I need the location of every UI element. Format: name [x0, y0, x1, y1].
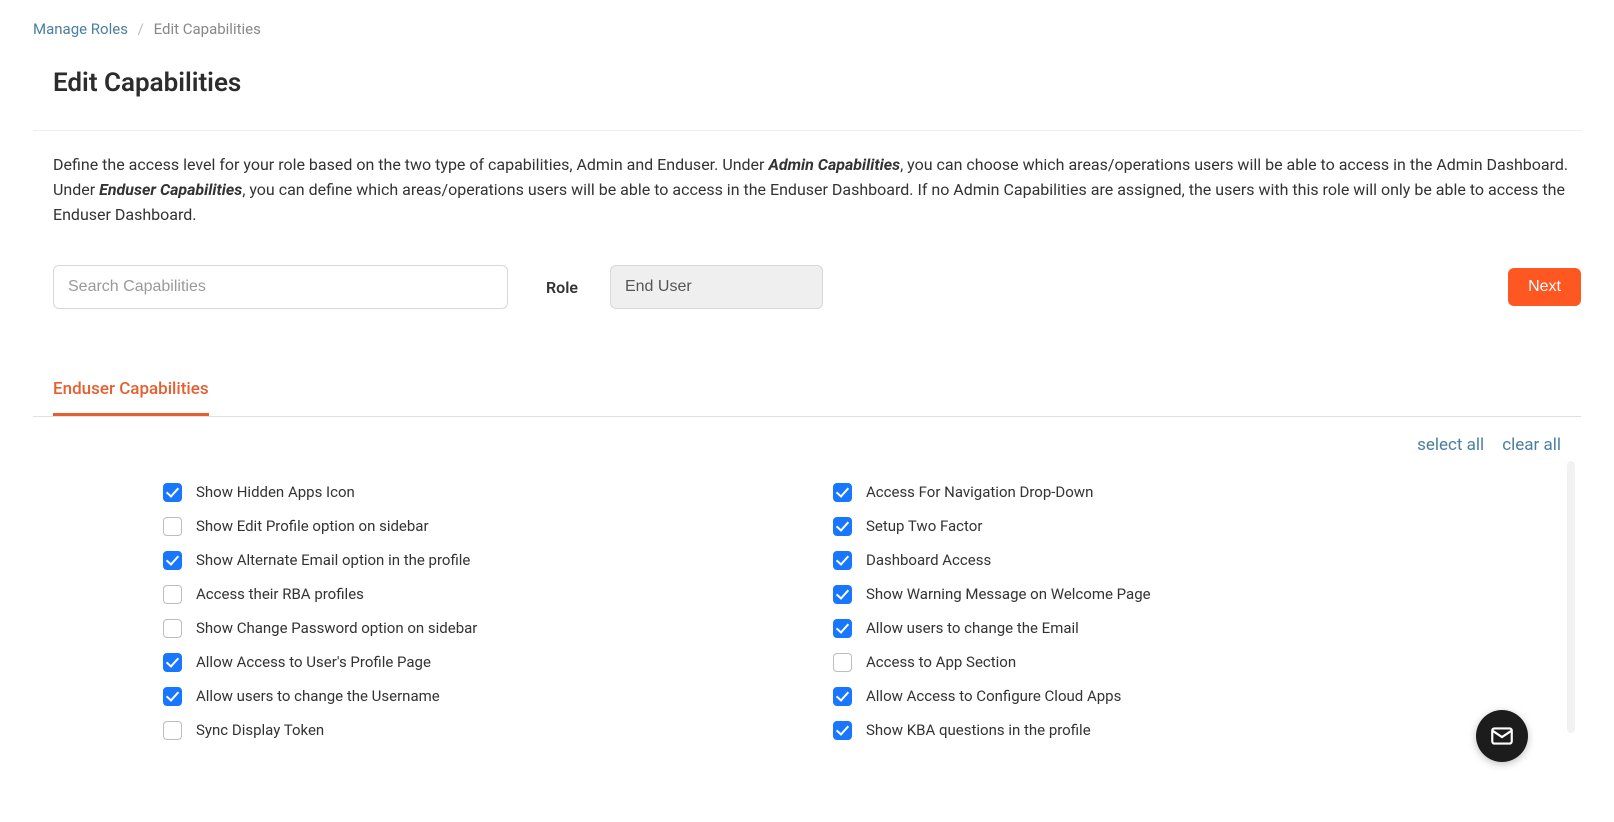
capability-label: Show KBA questions in the profile: [866, 721, 1091, 739]
capability-item[interactable]: Show Edit Profile option on sidebar: [163, 515, 833, 537]
capability-label: Show Edit Profile option on sidebar: [196, 517, 429, 535]
capability-item[interactable]: Allow Access to Configure Cloud Apps: [833, 685, 1503, 707]
capability-label: Allow Access to Configure Cloud Apps: [866, 687, 1121, 705]
capability-item[interactable]: Show KBA questions in the profile: [833, 719, 1503, 741]
help-chat-button[interactable]: [1476, 710, 1528, 762]
capability-item[interactable]: Setup Two Factor: [833, 515, 1503, 537]
page-description: Define the access level for your role ba…: [33, 153, 1581, 227]
capability-label: Setup Two Factor: [866, 517, 982, 535]
capability-checkbox[interactable]: [833, 721, 852, 740]
desc-text-3: , you can define which areas/operations …: [53, 180, 1565, 224]
breadcrumb-current: Edit Capabilities: [154, 20, 261, 38]
tab-enduser-capabilities[interactable]: Enduser Capabilities: [53, 379, 209, 416]
capability-checkbox[interactable]: [163, 517, 182, 536]
capability-item[interactable]: Show Alternate Email option in the profi…: [163, 549, 833, 571]
search-capabilities-input[interactable]: [53, 265, 508, 309]
capability-label: Allow Access to User's Profile Page: [196, 653, 431, 671]
role-label: Role: [546, 278, 578, 297]
capability-item[interactable]: Allow users to change the Username: [163, 685, 833, 707]
clear-all-link[interactable]: clear all: [1502, 435, 1561, 455]
capability-item[interactable]: Allow users to change the Email: [833, 617, 1503, 639]
capability-label: Show Alternate Email option in the profi…: [196, 551, 470, 569]
capability-item[interactable]: Access For Navigation Drop-Down: [833, 481, 1503, 503]
capability-checkbox[interactable]: [163, 483, 182, 502]
controls-row: Role Next: [33, 265, 1581, 309]
capability-checkbox[interactable]: [163, 585, 182, 604]
capability-checkbox[interactable]: [163, 653, 182, 672]
capability-label: Show Change Password option on sidebar: [196, 619, 477, 637]
next-button[interactable]: Next: [1508, 268, 1581, 306]
capability-label: Dashboard Access: [866, 551, 991, 569]
capability-checkbox[interactable]: [833, 551, 852, 570]
tabs-row: Enduser Capabilities: [33, 379, 1581, 417]
capability-item[interactable]: Access their RBA profiles: [163, 583, 833, 605]
capability-checkbox[interactable]: [163, 619, 182, 638]
capability-item[interactable]: Allow Access to User's Profile Page: [163, 651, 833, 673]
capability-item[interactable]: Dashboard Access: [833, 549, 1503, 571]
capability-item[interactable]: Sync Display Token: [163, 719, 833, 741]
capability-label: Access their RBA profiles: [196, 585, 364, 603]
capability-checkbox[interactable]: [833, 619, 852, 638]
capability-label: Allow users to change the Username: [196, 687, 440, 705]
capability-checkbox[interactable]: [163, 551, 182, 570]
select-all-link[interactable]: select all: [1417, 435, 1484, 455]
page-title: Edit Capabilities: [33, 68, 1581, 98]
capability-label: Show Warning Message on Welcome Page: [866, 585, 1151, 603]
breadcrumb: Manage Roles / Edit Capabilities: [33, 20, 1581, 38]
capability-checkbox[interactable]: [833, 517, 852, 536]
desc-bold-admin: Admin Capabilities: [768, 155, 900, 174]
capability-checkbox[interactable]: [833, 653, 852, 672]
desc-bold-enduser: Enduser Capabilities: [99, 180, 242, 199]
capability-checkbox[interactable]: [163, 721, 182, 740]
capabilities-column-left: Show Hidden Apps Icon Show Edit Profile o…: [163, 481, 833, 753]
capability-item[interactable]: Show Hidden Apps Icon: [163, 481, 833, 503]
capability-label: Access For Navigation Drop-Down: [866, 483, 1093, 501]
capability-item[interactable]: Show Warning Message on Welcome Page: [833, 583, 1503, 605]
breadcrumb-separator: /: [138, 20, 144, 38]
capability-label: Access to App Section: [866, 653, 1016, 671]
capability-checkbox[interactable]: [833, 483, 852, 502]
scrollbar-track[interactable]: [1567, 461, 1575, 733]
role-value-input: [610, 265, 823, 309]
capability-item[interactable]: Access to App Section: [833, 651, 1503, 673]
desc-text-1: Define the access level for your role ba…: [53, 155, 768, 174]
capability-item[interactable]: Show Change Password option on sidebar: [163, 617, 833, 639]
divider: [33, 130, 1581, 131]
bulk-actions-row: select all clear all: [33, 417, 1581, 461]
capability-label: Sync Display Token: [196, 721, 324, 739]
capability-checkbox[interactable]: [833, 687, 852, 706]
capability-label: Show Hidden Apps Icon: [196, 483, 355, 501]
capability-checkbox[interactable]: [163, 687, 182, 706]
capability-label: Allow users to change the Email: [866, 619, 1079, 637]
capabilities-column-right: Access For Navigation Drop-Down Setup Two…: [833, 481, 1503, 753]
breadcrumb-parent-link[interactable]: Manage Roles: [33, 20, 128, 38]
capabilities-grid: Show Hidden Apps Icon Show Edit Profile o…: [33, 461, 1581, 753]
mail-icon: [1489, 723, 1515, 749]
capability-checkbox[interactable]: [833, 585, 852, 604]
